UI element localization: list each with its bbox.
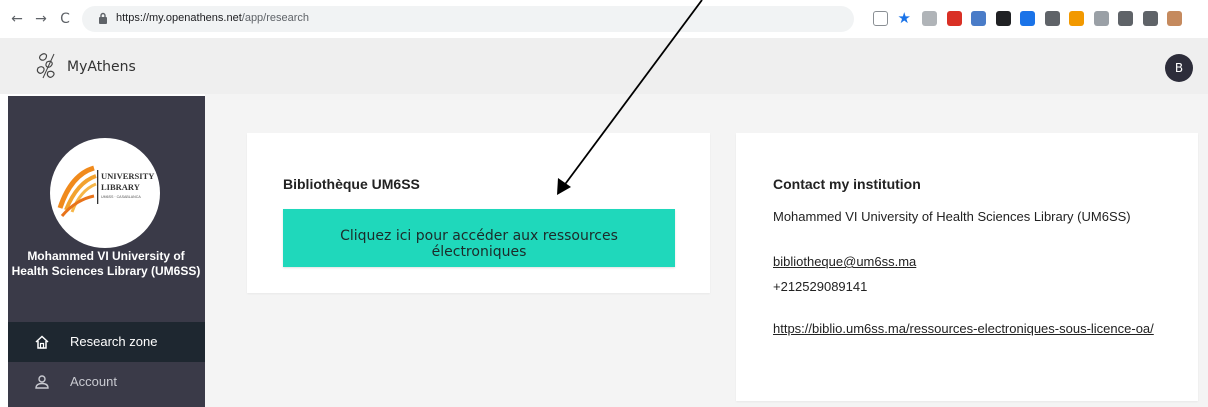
- logo-line-3: UM6SS · CASABLANCA: [101, 195, 141, 199]
- contact-card-title: Contact my institution: [773, 176, 921, 192]
- brand-name[interactable]: MyAthens: [67, 58, 136, 76]
- back-button[interactable]: ←: [8, 10, 26, 28]
- sidebar-item-label: Research zone: [70, 334, 158, 349]
- share-icon[interactable]: [873, 11, 888, 26]
- orange-ext-icon[interactable]: [1069, 11, 1084, 26]
- sidebar-item-label: Account: [70, 374, 117, 389]
- dark-ext-icon[interactable]: [995, 11, 1011, 26]
- user-avatar[interactable]: B: [1165, 54, 1193, 82]
- app-header: [0, 38, 1208, 94]
- sidebar-item-research-zone[interactable]: Research zone: [8, 322, 205, 362]
- institution-logo: UNIVERSITY LIBRARY UM6SS · CASABLANCA: [50, 138, 160, 248]
- institution-name: Mohammed VI University of Health Science…: [11, 249, 201, 278]
- url-text[interactable]: https://my.openathens.net/app/research: [116, 9, 309, 27]
- contact-website-link[interactable]: https://biblio.um6ss.ma/ressources-elect…: [773, 321, 1173, 337]
- logo-line-1: UNIVERSITY: [101, 171, 154, 181]
- openathens-logo-icon: [36, 53, 55, 79]
- url-host: https://my.openathens.net: [116, 12, 242, 24]
- sidebar-item-account[interactable]: Account: [8, 362, 205, 402]
- profile-icon[interactable]: [1167, 11, 1182, 26]
- gray-ext-icon[interactable]: [1093, 11, 1109, 26]
- user-icon: [35, 375, 49, 389]
- window-icon[interactable]: [1142, 11, 1158, 26]
- star-icon[interactable]: ★: [898, 11, 913, 26]
- url-path: /app/research: [241, 12, 310, 24]
- forward-button[interactable]: →: [32, 10, 50, 28]
- lock-icon: [99, 12, 107, 24]
- red-ext-icon[interactable]: [946, 11, 962, 26]
- contact-email-link[interactable]: bibliotheque@um6ss.ma: [773, 254, 916, 270]
- blue-ext-icon[interactable]: [971, 11, 986, 26]
- logo-line-2: LIBRARY: [101, 182, 140, 192]
- university-library-logo-icon: UNIVERSITY LIBRARY UM6SS · CASABLANCA: [57, 165, 154, 217]
- contact-institution-name: Mohammed VI University of Health Science…: [773, 209, 1131, 224]
- shield-ext-icon[interactable]: [1020, 11, 1035, 26]
- access-resources-button[interactable]: Cliquez ici pour accéder aux ressources …: [283, 209, 675, 267]
- contact-phone: +212529089141: [773, 279, 868, 294]
- library-card-title: Bibliothèque UM6SS: [283, 176, 420, 192]
- doc-icon[interactable]: [922, 11, 937, 26]
- reload-button[interactable]: C: [56, 10, 74, 28]
- list-ext-icon[interactable]: [1044, 11, 1060, 26]
- puzzle-icon[interactable]: [1118, 11, 1133, 26]
- home-icon: [35, 335, 49, 349]
